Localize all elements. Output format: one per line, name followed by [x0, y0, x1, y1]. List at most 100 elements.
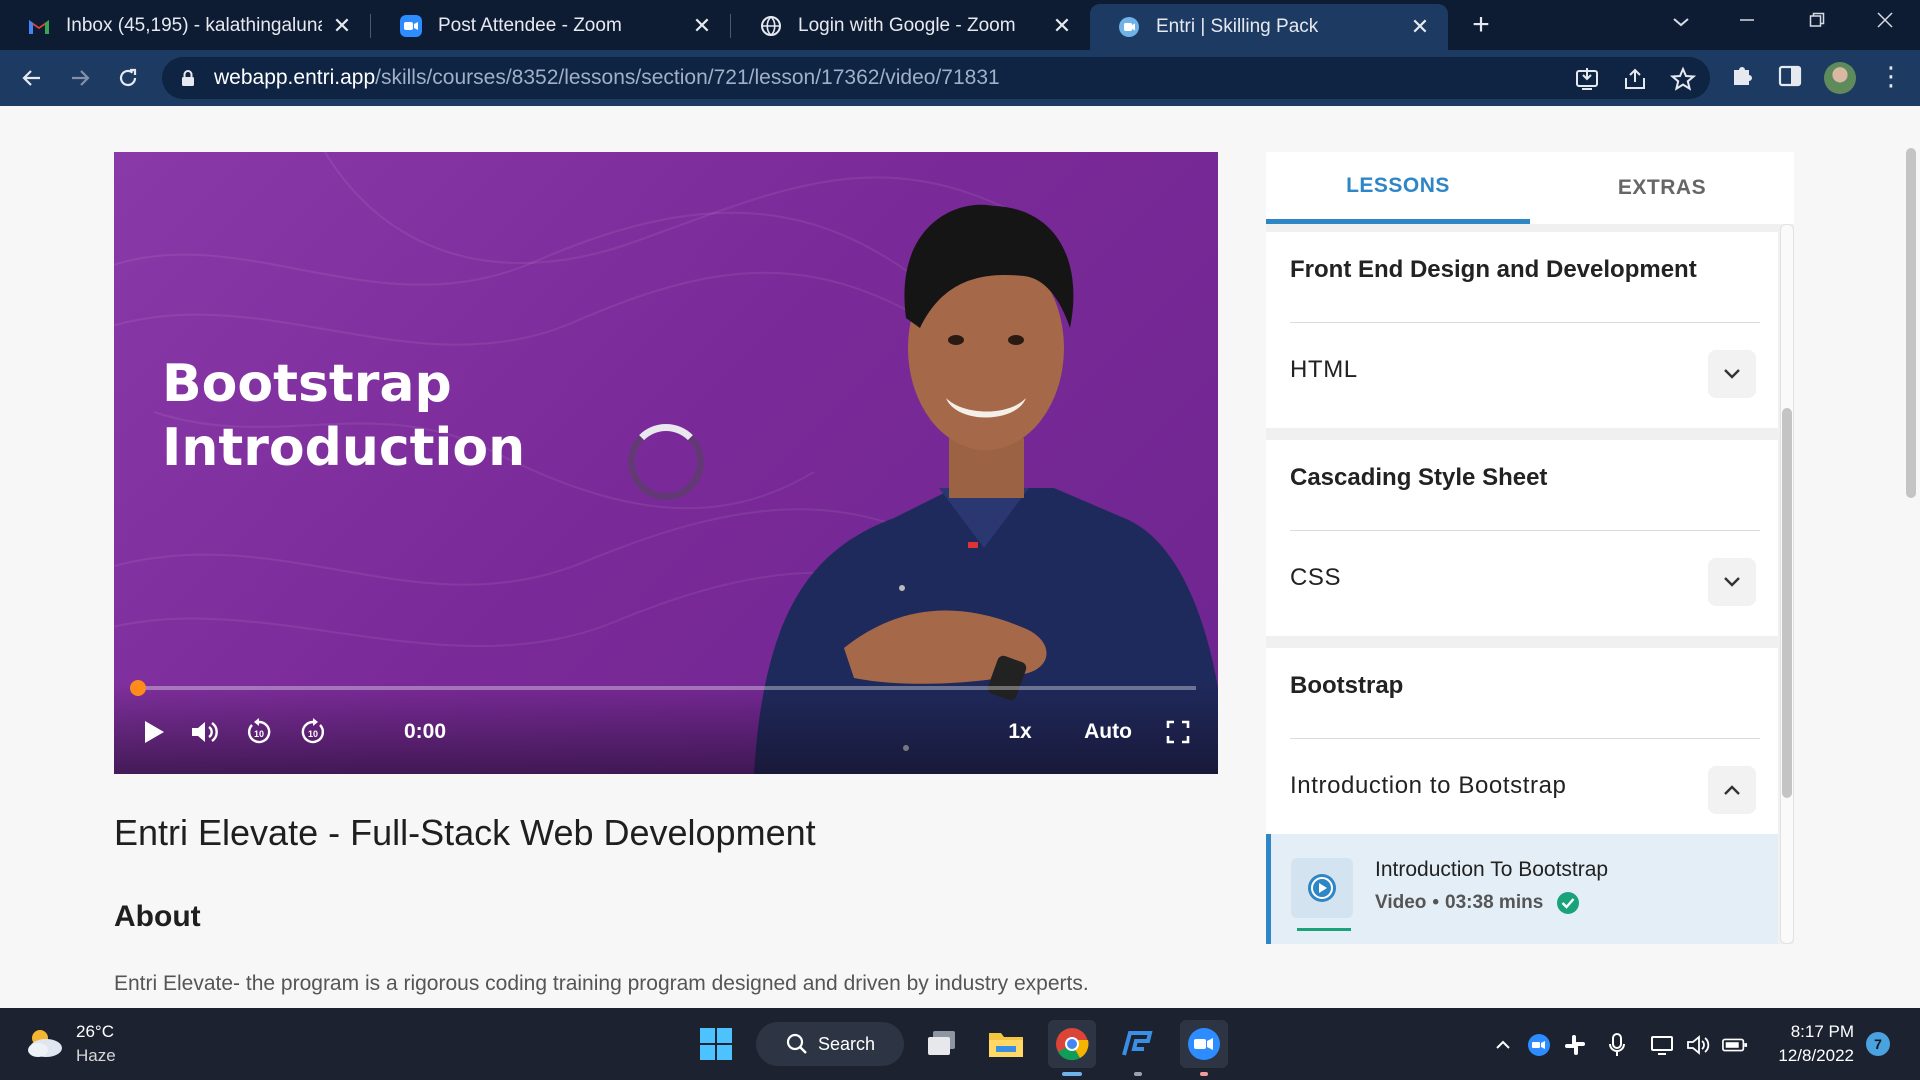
- address-bar[interactable]: webapp.entri.app/skills/courses/8352/les…: [162, 57, 1710, 99]
- zoom-running-indicator: [1200, 1072, 1208, 1076]
- weather-haze-icon[interactable]: [24, 1026, 64, 1062]
- forward-seconds: 10: [308, 729, 318, 739]
- zoom-tray-icon[interactable]: [1526, 1032, 1552, 1058]
- lesson-type: Video: [1375, 892, 1427, 913]
- task-view-icon: [928, 1031, 955, 1055]
- close-window-button[interactable]: [1850, 6, 1920, 38]
- divider: [1290, 738, 1760, 739]
- video-title-line2: Introduction: [162, 418, 526, 478]
- lesson-item-active[interactable]: Introduction To Bootstrap Video • 03:38 …: [1266, 834, 1778, 944]
- forward-icon: 10: [301, 718, 325, 744]
- tab-lessons[interactable]: LESSONS: [1266, 152, 1530, 224]
- volume-icon: [192, 722, 218, 742]
- globe-icon: [760, 15, 782, 37]
- subsection-intro-bootstrap[interactable]: Introduction to Bootstrap: [1290, 772, 1567, 800]
- show-hidden-icons-chevron-icon[interactable]: [1490, 1032, 1516, 1058]
- about-heading: About: [114, 900, 201, 933]
- play-button[interactable]: [138, 712, 170, 752]
- fullscreen-button[interactable]: [1162, 712, 1194, 752]
- clock-time[interactable]: 8:17 PM: [1764, 1022, 1854, 1042]
- url-path: /skills/courses/8352/lessons/section/721…: [375, 66, 1000, 89]
- gmail-icon: [28, 15, 50, 37]
- section-css: Cascading Style Sheet CSS: [1266, 440, 1778, 636]
- subsection-css[interactable]: CSS: [1290, 564, 1341, 592]
- slack-tray-icon[interactable]: [1562, 1032, 1588, 1058]
- rewind-icon: 10: [247, 718, 271, 744]
- chrome-taskbar-button[interactable]: [1048, 1020, 1096, 1068]
- rewind-10-button[interactable]: 10: [242, 712, 276, 752]
- lesson-meta: Video • 03:38 mins: [1375, 892, 1580, 914]
- app-logo-icon: [1122, 1031, 1153, 1056]
- notification-badge[interactable]: 7: [1866, 1032, 1890, 1056]
- minimize-button[interactable]: [1712, 6, 1782, 38]
- start-button[interactable]: [692, 1020, 740, 1068]
- tab-zoom-login[interactable]: Login with Google - Zoom ✕: [732, 4, 1090, 48]
- profile-avatar[interactable]: [1824, 62, 1856, 94]
- forward-10-button[interactable]: 10: [296, 712, 330, 752]
- controls-gradient: [114, 682, 1218, 774]
- subsection-html[interactable]: HTML: [1290, 356, 1358, 384]
- network-icon[interactable]: [1650, 1032, 1676, 1058]
- quality-button[interactable]: Auto: [1080, 712, 1136, 752]
- tab-extras[interactable]: EXTRAS: [1530, 152, 1794, 224]
- share-icon[interactable]: [1622, 66, 1648, 92]
- progress-knob[interactable]: [130, 680, 146, 696]
- divider: [1290, 322, 1760, 323]
- back-button[interactable]: [16, 62, 48, 94]
- weather-description: Haze: [76, 1046, 116, 1065]
- loading-spinner: [628, 424, 704, 500]
- browser-tab-bar: Inbox (45,195) - kalathingalunais ✕ Post…: [0, 0, 1920, 50]
- browser-toolbar: webapp.entri.app/skills/courses/8352/les…: [0, 50, 1920, 106]
- section-front-end: Front End Design and Development HTML: [1266, 232, 1778, 428]
- page-scrollbar[interactable]: [1906, 148, 1916, 498]
- tab-zoom-attendee[interactable]: Post Attendee - Zoom ✕: [372, 4, 730, 48]
- battery-icon[interactable]: [1722, 1032, 1748, 1058]
- volume-tray-icon[interactable]: [1686, 1032, 1712, 1058]
- clock-date[interactable]: 12/8/2022: [1764, 1046, 1854, 1066]
- panel-scrollbar[interactable]: [1782, 408, 1792, 798]
- lesson-meta-separator: •: [1432, 892, 1440, 913]
- close-tab-icon[interactable]: ✕: [690, 13, 714, 39]
- course-title: Entri Elevate - Full-Stack Web Developme…: [114, 812, 816, 853]
- tab-search-chevron-icon[interactable]: [1646, 6, 1716, 38]
- zoom-app-icon: [1188, 1028, 1220, 1060]
- speed-button[interactable]: 1x: [1000, 712, 1040, 752]
- expand-css-button[interactable]: [1708, 558, 1756, 606]
- tab-entri[interactable]: Entri | Skilling Pack ✕: [1090, 4, 1448, 50]
- chevron-down-icon: [1724, 369, 1740, 379]
- restore-button[interactable]: [1782, 6, 1852, 38]
- file-explorer-button[interactable]: [982, 1020, 1030, 1068]
- search-icon: [786, 1033, 808, 1055]
- collapse-bootstrap-button[interactable]: [1708, 766, 1756, 814]
- url-host: webapp.entri.app: [214, 66, 376, 89]
- microphone-icon[interactable]: [1604, 1032, 1630, 1058]
- forward-button[interactable]: [64, 62, 96, 94]
- app-button[interactable]: [1114, 1020, 1162, 1068]
- extensions-puzzle-icon[interactable]: [1728, 62, 1756, 90]
- expand-html-button[interactable]: [1708, 350, 1756, 398]
- completed-check-icon: [1557, 892, 1580, 914]
- panel-tabs: LESSONS EXTRAS: [1266, 152, 1794, 224]
- tab-title: Inbox (45,195) - kalathingalunais: [66, 15, 322, 36]
- task-view-button[interactable]: [918, 1020, 966, 1068]
- zoom-taskbar-button[interactable]: [1180, 1020, 1228, 1068]
- tab-gmail[interactable]: Inbox (45,195) - kalathingalunais ✕: [0, 4, 370, 48]
- page-content: Bootstrap Introduction 10 10 0:00 1x Aut…: [0, 106, 1920, 1008]
- close-tab-icon[interactable]: ✕: [1050, 13, 1074, 39]
- install-app-icon[interactable]: [1574, 66, 1600, 92]
- new-tab-button[interactable]: +: [1466, 10, 1496, 40]
- close-tab-icon[interactable]: ✕: [1408, 14, 1432, 40]
- folder-icon: [989, 1033, 1023, 1057]
- taskbar-search[interactable]: Search: [756, 1022, 904, 1066]
- browser-menu-icon[interactable]: ⋮: [1878, 60, 1904, 92]
- progress-bar[interactable]: [138, 686, 1196, 690]
- reload-button[interactable]: [112, 62, 144, 94]
- play-circle-icon: [1308, 874, 1336, 902]
- video-player[interactable]: Bootstrap Introduction 10 10 0:00 1x Aut…: [114, 152, 1218, 774]
- section-bootstrap: Bootstrap Introduction to Bootstrap: [1266, 648, 1778, 836]
- close-tab-icon[interactable]: ✕: [330, 13, 354, 39]
- bookmark-star-icon[interactable]: [1669, 66, 1697, 92]
- volume-button[interactable]: [188, 712, 222, 752]
- entri-icon: [1118, 16, 1140, 38]
- side-panel-icon[interactable]: [1776, 62, 1804, 90]
